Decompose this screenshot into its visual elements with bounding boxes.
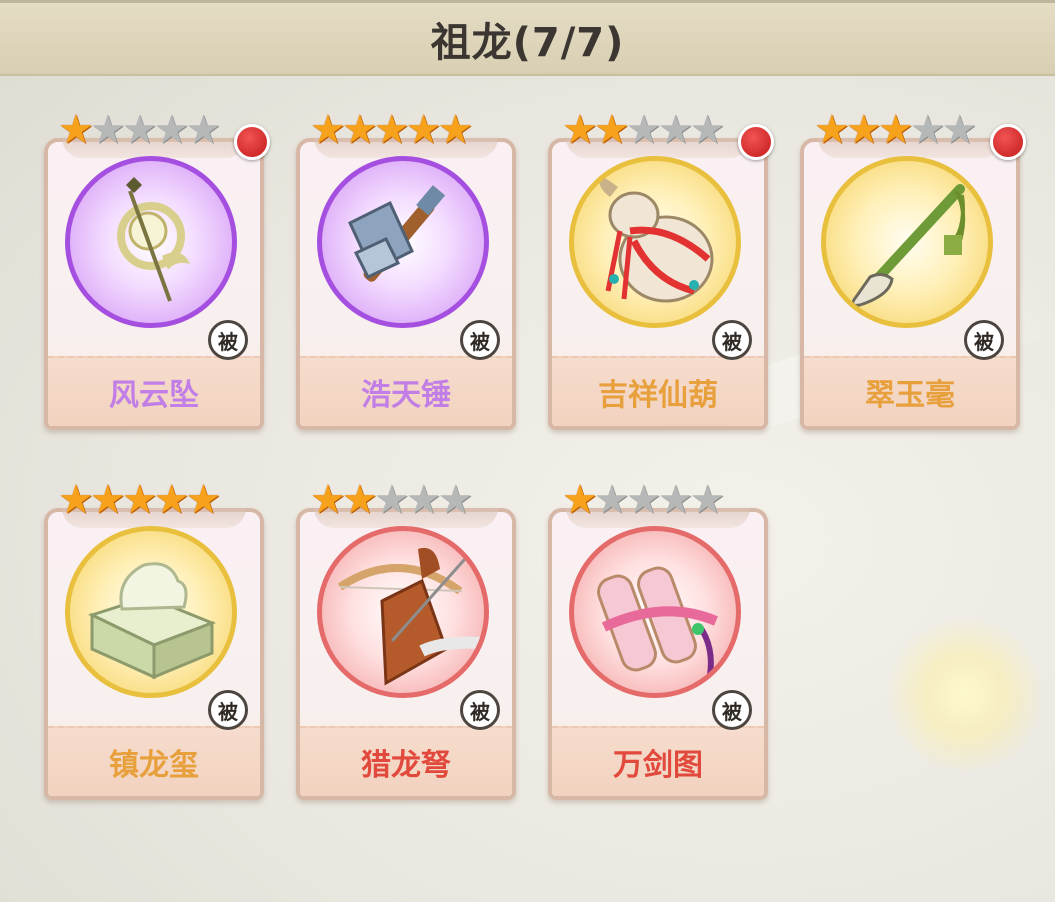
star-filled-icon: ★ (185, 477, 222, 523)
star-filled-icon: ★ (562, 107, 598, 153)
star-empty-icon: ★ (121, 107, 158, 153)
star-empty-icon: ★ (657, 107, 694, 153)
star-filled-icon: ★ (310, 477, 346, 523)
star-empty-icon: ★ (689, 477, 726, 523)
star-filled-icon: ★ (593, 107, 630, 153)
star-empty-icon: ★ (689, 107, 726, 153)
passive-badge: 被 (208, 690, 248, 730)
item-name: 镇龙玺 (109, 748, 199, 783)
item-name: 吉祥仙葫 (598, 378, 718, 413)
item-card[interactable]: 浩天锤被 ★ ★ ★ ★ ★ (296, 110, 516, 430)
title-bar: 祖龙(7/7) (0, 0, 1055, 76)
star-filled-icon: ★ (58, 107, 94, 153)
star-rating: ★ ★ ★ ★ ★ (310, 107, 473, 153)
star-empty-icon: ★ (185, 107, 222, 153)
name-band: 风云坠 (48, 356, 260, 426)
item-name: 浩天锤 (361, 378, 451, 413)
star-empty-icon: ★ (625, 477, 662, 523)
item-card[interactable]: 猎龙弩被 ★ ★ ★ ★ ★ (296, 480, 516, 800)
name-band: 镇龙玺 (48, 726, 260, 796)
passive-badge: 被 (712, 320, 752, 360)
item-card[interactable]: 风云坠被 ★ ★ ★ ★ ★ (44, 107, 270, 430)
star-empty-icon: ★ (437, 477, 474, 523)
star-empty-icon: ★ (941, 107, 978, 153)
passive-badge: 被 (964, 320, 1004, 360)
brush-icon (851, 184, 966, 307)
collection-title: 祖龙(7/7) (430, 19, 625, 66)
item-icon-ring (65, 526, 237, 698)
notification-dot-icon (234, 124, 270, 160)
crossbow-icon (337, 547, 483, 686)
item-icon-ring (317, 156, 489, 328)
passive-badge: 被 (460, 320, 500, 360)
notification-dot-icon (738, 124, 774, 160)
hammer-icon (348, 185, 446, 282)
passive-badge: 被 (460, 690, 500, 730)
scroll-icon (597, 566, 718, 676)
star-empty-icon: ★ (153, 107, 190, 153)
star-empty-icon: ★ (405, 477, 442, 523)
pendant-icon (117, 177, 190, 302)
star-empty-icon: ★ (625, 107, 662, 153)
star-filled-icon: ★ (845, 107, 882, 153)
star-filled-icon: ★ (405, 107, 442, 153)
seal-icon (87, 562, 217, 680)
star-filled-icon: ★ (373, 107, 410, 153)
star-filled-icon: ★ (814, 107, 850, 153)
item-icon-ring (569, 526, 741, 698)
star-rating: ★ ★ ★ ★ ★ (310, 477, 473, 523)
star-empty-icon: ★ (593, 477, 630, 523)
star-filled-icon: ★ (341, 107, 378, 153)
star-empty-icon: ★ (657, 477, 694, 523)
passive-badge: 被 (712, 690, 752, 730)
name-band: 翠玉毫 (804, 356, 1016, 426)
star-rating: ★ ★ ★ ★ ★ (814, 107, 977, 153)
star-filled-icon: ★ (89, 477, 126, 523)
passive-badge: 被 (208, 320, 248, 360)
item-card[interactable]: 万剑图被 ★ ★ ★ ★ ★ (548, 480, 768, 800)
item-icon-ring (65, 156, 237, 328)
star-empty-icon: ★ (89, 107, 126, 153)
star-filled-icon: ★ (437, 107, 474, 153)
name-band: 万剑图 (552, 726, 764, 796)
star-rating: ★ ★ ★ ★ ★ (562, 107, 725, 153)
notification-dot-icon (990, 124, 1026, 160)
star-rating: ★ ★ ★ ★ ★ (58, 477, 221, 523)
item-icon-ring (317, 526, 489, 698)
star-rating: ★ ★ ★ ★ ★ (58, 107, 221, 153)
star-filled-icon: ★ (562, 477, 598, 523)
name-band: 浩天锤 (300, 356, 512, 426)
item-name: 万剑图 (613, 748, 703, 783)
item-card[interactable]: 镇龙玺被 ★ ★ ★ ★ ★ (44, 480, 264, 800)
item-name: 翠玉毫 (865, 378, 955, 413)
item-card[interactable]: 翠玉毫被 ★ ★ ★ ★ ★ (800, 107, 1026, 430)
star-rating: ★ ★ ★ ★ ★ (562, 477, 725, 523)
name-band: 吉祥仙葫 (552, 356, 764, 426)
item-icon-ring (569, 156, 741, 328)
item-name: 风云坠 (109, 378, 199, 413)
star-filled-icon: ★ (310, 107, 346, 153)
star-empty-icon: ★ (909, 107, 946, 153)
star-filled-icon: ★ (877, 107, 914, 153)
item-name: 猎龙弩 (361, 748, 451, 783)
name-band: 猎龙弩 (300, 726, 512, 796)
gourd-icon (599, 175, 714, 303)
star-filled-icon: ★ (153, 477, 190, 523)
star-filled-icon: ★ (58, 477, 94, 523)
star-empty-icon: ★ (373, 477, 410, 523)
background-glow (880, 620, 1050, 770)
star-filled-icon: ★ (121, 477, 158, 523)
item-card[interactable]: 吉祥仙葫被 ★ ★ ★ ★ ★ (548, 107, 774, 430)
star-filled-icon: ★ (341, 477, 378, 523)
item-icon-ring (821, 156, 993, 328)
